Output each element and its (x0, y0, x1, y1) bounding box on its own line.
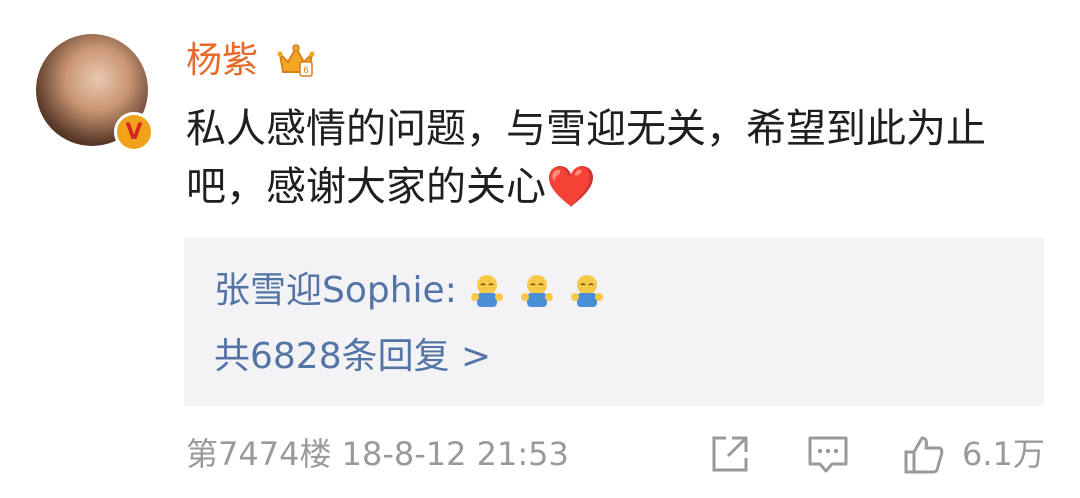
hug-emoji-icon (470, 275, 503, 307)
like-icon[interactable] (902, 432, 946, 476)
share-icon[interactable] (708, 432, 752, 476)
verified-badge-icon: V (114, 112, 154, 152)
avatar[interactable]: V (36, 34, 154, 152)
reply-preview[interactable]: 张雪迎Sophie: 共6828条回复 > (184, 238, 1044, 406)
reply-line: 张雪迎Sophie: (214, 268, 607, 314)
view-replies-link[interactable]: 共6828条回复 > (214, 334, 491, 380)
hug-emoji-icon (520, 275, 553, 307)
like-count: 6.1万 (962, 435, 1045, 473)
svg-text:6: 6 (303, 66, 309, 76)
floor-and-timestamp: 第7474楼 18-8-12 21:53 (186, 435, 569, 473)
heart-emoji-icon: ❤️ (546, 164, 596, 210)
post-content: 私人感情的问题，与雪迎无关，希望到此为止吧，感谢大家的关心❤️ (186, 100, 1026, 216)
hug-emoji-icon (570, 275, 603, 307)
reply-author[interactable]: 张雪迎Sophie: (214, 268, 457, 314)
comment-icon[interactable] (806, 432, 850, 476)
username[interactable]: 杨紫 (186, 38, 258, 84)
crown-icon: 6 (277, 44, 315, 77)
